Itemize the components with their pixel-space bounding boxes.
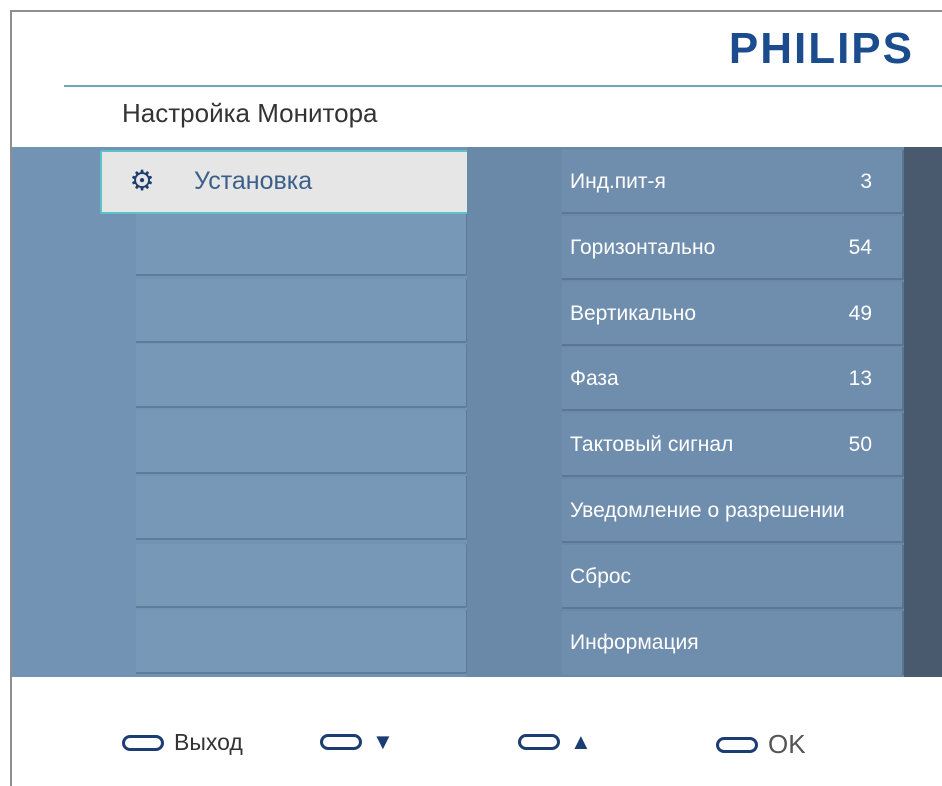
- settings-item-value: 54: [848, 236, 872, 259]
- button-pill-icon: [518, 734, 560, 750]
- main-menu: ⚙ Установка: [12, 147, 498, 677]
- main-menu-item-setup[interactable]: ⚙ Установка: [100, 150, 470, 214]
- philips-logo: PHILIPS: [728, 24, 914, 73]
- settings-item-label: Информация: [570, 631, 699, 654]
- settings-item-label: Тактовый сигнал: [570, 433, 734, 456]
- settings-item-value: 49: [848, 302, 872, 325]
- main-menu-item-empty: [136, 344, 468, 408]
- ok-hint[interactable]: OK: [716, 729, 806, 760]
- main-menu-item-label: Установка: [194, 167, 313, 195]
- settings-item-label: Инд.пит-я: [570, 170, 666, 193]
- settings-item-clock[interactable]: Тактовый сигнал 50: [562, 413, 904, 477]
- gear-icon: ⚙: [129, 165, 155, 196]
- osd-menu: ⚙ Установка Инд.пит-я 3 Горизонтально 54…: [12, 147, 942, 677]
- settings-item-reset[interactable]: Сброс: [562, 545, 904, 609]
- settings-item-label: Фаза: [570, 367, 619, 390]
- settings-item-phase[interactable]: Фаза 13: [562, 347, 904, 411]
- settings-item-vertical[interactable]: Вертикально 49: [562, 282, 904, 346]
- settings-item-value: 3: [860, 170, 872, 193]
- exit-label: Выход: [174, 729, 243, 755]
- settings-item-label: Горизонтально: [570, 236, 716, 259]
- settings-item-label: Сброс: [570, 565, 632, 588]
- settings-item-horizontal[interactable]: Горизонтально 54: [562, 216, 904, 280]
- down-arrow-icon: ▼: [372, 729, 394, 754]
- page-title: Настройка Монитора: [122, 98, 378, 128]
- main-menu-item-empty: [136, 544, 468, 608]
- main-menu-item-empty: [136, 410, 468, 474]
- settings-item-resolution-notification[interactable]: Уведомление о разрешении: [562, 479, 904, 543]
- header-divider: [64, 85, 942, 87]
- button-pill-icon: [122, 734, 164, 751]
- settings-item-power-indicator[interactable]: Инд.пит-я 3: [562, 150, 904, 214]
- down-hint[interactable]: ▼: [320, 729, 394, 755]
- settings-item-label: Вертикально: [570, 302, 697, 325]
- settings-item-value: 13: [848, 367, 872, 390]
- settings-item-value: 50: [848, 433, 872, 456]
- main-menu-item-empty: [136, 279, 468, 343]
- settings-item-information[interactable]: Информация: [562, 611, 904, 675]
- button-hints: Выход ▼ ▲ OK: [12, 677, 942, 786]
- main-menu-item-empty: [136, 610, 468, 674]
- ok-label: OK: [768, 729, 806, 759]
- exit-hint[interactable]: Выход: [122, 729, 243, 756]
- settings-item-label: Уведомление о разрешении: [570, 499, 845, 522]
- button-pill-icon: [716, 736, 758, 753]
- main-menu-item-empty: [136, 212, 468, 276]
- submenu-edge: [904, 147, 942, 677]
- main-menu-item-empty: [136, 476, 468, 540]
- button-pill-icon: [320, 734, 362, 750]
- up-hint[interactable]: ▲: [518, 729, 592, 755]
- settings-submenu: Инд.пит-я 3 Горизонтально 54 Вертикально…: [467, 147, 904, 677]
- up-arrow-icon: ▲: [570, 729, 592, 754]
